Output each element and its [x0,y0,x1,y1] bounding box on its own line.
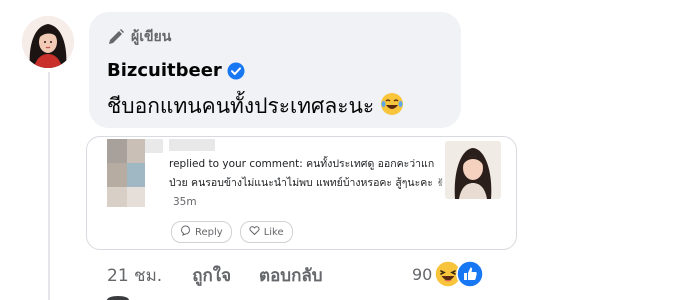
comment-bubble: ผู้เขียน Bizcuitbeer ชีบอกแทนคนทั้งประเท… [89,12,461,128]
notification-text: replied to your comment: คนทั้งประเทศดู … [169,155,449,212]
comment-text: ชีบอกแทนคนทั้งประเทศละนะ [107,90,404,123]
comment-body: ชีบอกแทนคนทั้งประเทศละนะ [107,94,375,118]
laughing-tears-emoji-icon [380,92,404,121]
next-comment-avatar [107,296,129,300]
comment-timestamp[interactable]: 21 ชม. [107,262,162,289]
like-button[interactable]: ถูกใจ [192,262,231,289]
screenshot-reply-label: Reply [195,226,223,238]
screenshot-actions: Reply Like [171,221,293,243]
reply-icon [180,225,191,239]
notification-thumbnail [445,141,501,199]
avatar[interactable] [22,16,74,68]
attached-screenshot[interactable]: replied to your comment: คนทั้งประเทศดู … [86,136,517,250]
comment-actions: 21 ชม. ถูกใจ ตอบกลับ [107,262,323,289]
pencil-icon [107,28,125,46]
screenshot-like-button: Like [239,221,293,243]
heart-icon [249,225,260,239]
thread-line [48,72,50,300]
reaction-summary[interactable]: 90 [412,260,485,288]
blurred-avatar [107,139,163,207]
notification-time: 35m [173,196,197,208]
like-reaction-icon [456,260,485,288]
reaction-count: 90 [412,264,433,284]
author-name[interactable]: Bizcuitbeer [107,60,222,81]
screenshot-reply-button: Reply [171,221,232,243]
notification-body: replied to your comment: คนทั้งประเทศดู … [169,158,446,189]
reply-button[interactable]: ตอบกลับ [259,262,323,289]
verified-badge-icon [227,62,245,80]
author-row: Bizcuitbeer [107,60,245,81]
blurred-name [169,139,215,151]
screenshot-like-label: Like [263,226,284,238]
comment-thread: ผู้เขียน Bizcuitbeer ชีบอกแทนคนทั้งประเท… [0,0,700,300]
author-badge: ผู้เขียน [107,26,171,48]
author-badge-label: ผู้เขียน [131,29,172,45]
